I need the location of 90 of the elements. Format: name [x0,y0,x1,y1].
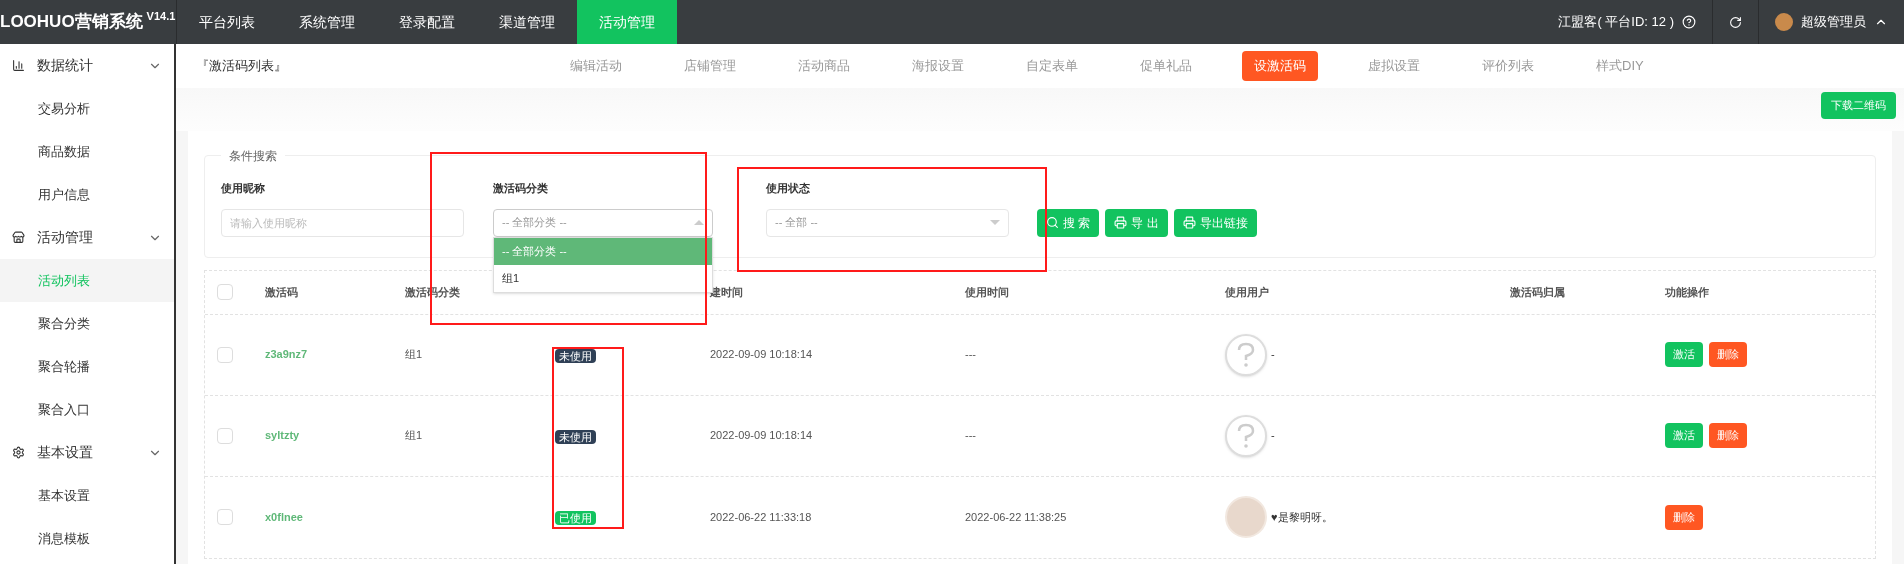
sub-tab[interactable]: 促单礼品 [1128,51,1204,81]
select-placeholder: -- 全部 -- [775,215,818,231]
column-header: 使用用户 [1225,284,1269,300]
used-time-cell-text: --- [965,347,977,363]
sidebar-item[interactable]: 聚合轮播 [0,345,174,388]
row-checkbox[interactable] [217,427,233,444]
sidebar-item[interactable]: 消息模板 [0,517,174,560]
code-cell-text: x0flnee [265,509,304,525]
code-cell-text: syltzty [265,428,301,444]
field-label: 使用状态 [766,181,811,196]
column-header: 激活码 [265,284,298,300]
sub-tab[interactable]: 编辑活动 [558,51,634,81]
group-icon [12,446,25,459]
photo-placeholder [1225,496,1267,538]
logo-text: LOOHUO营销系统 [0,11,143,34]
column-header: 功能操作 [1665,284,1709,300]
status-tag: 已使用 [555,511,596,525]
row-action-button[interactable]: 删除 [1709,342,1747,367]
platform-text: 江盟客( 平台ID: 12 ) [1558,13,1674,32]
user-name-cell-text: - [1271,347,1275,363]
sub-tab[interactable]: 店铺管理 [672,51,748,81]
action-button[interactable]: 导 出 [1105,208,1168,237]
created-cell-text: 2022-06-22 11:33:18 [710,509,813,525]
user-name-cell-text: ♥是黎明呀。 [1271,509,1333,525]
action-button[interactable]: 导出链接 [1173,208,1257,237]
code-cell-text: z3a9nz7 [265,347,309,363]
download-button[interactable]: 下载二维码 [1821,92,1896,119]
printer-icon [1114,216,1128,229]
nav-tab[interactable]: 平台列表 [177,0,277,44]
sidebar-group[interactable]: 基本设置 [37,442,136,463]
dropdown-option[interactable]: 组1 [494,264,712,292]
row-action-button[interactable]: 删除 [1709,423,1747,448]
status-select[interactable]: -- 全部 -- [766,208,1009,237]
sidebar-item[interactable]: 活动列表 [0,259,174,302]
dropdown-option[interactable]: -- 全部分类 -- [494,237,712,265]
action-button[interactable]: 搜 索 [1037,208,1100,237]
search-icon [1046,216,1059,229]
used-time-cell-text: --- [965,428,977,444]
nav-tab[interactable]: 系统管理 [277,0,377,44]
status-tag: 未使用 [555,429,596,444]
nav-tab[interactable]: 登录配置 [377,0,477,44]
created-cell-text: 2022-09-09 10:18:14 [710,347,814,363]
row-checkbox[interactable] [217,509,233,525]
refresh-icon[interactable] [1729,15,1742,29]
nav-tab[interactable]: 渠道管理 [477,0,577,44]
nickname-input[interactable]: 请输入使用昵称 [221,208,464,237]
sidebar-item[interactable]: 商品数据 [0,130,174,173]
sub-tab[interactable]: 虚拟设置 [1356,51,1432,81]
question-avatar-icon [1225,414,1267,457]
sidebar-item[interactable]: 聚合分类 [0,302,174,345]
sub-tab[interactable]: 样式DIY [1584,51,1656,81]
panel-legend: 条件搜索 [221,147,285,165]
sidebar-group[interactable]: 活动管理 [37,227,136,248]
column-header: 激活码归属 [1510,284,1565,300]
avatar-icon [1775,13,1793,31]
user-name[interactable]: 超级管理员 [1801,12,1866,32]
sub-tab[interactable]: 设激活码 [1242,51,1318,81]
created-cell-text: 2022-09-09 10:18:14 [710,428,814,444]
group-icon [12,59,25,72]
row-action-button[interactable]: 删除 [1665,504,1703,530]
category-cell-text: 组1 [405,428,424,444]
row-action-button[interactable]: 激活 [1665,342,1703,367]
sidebar-item[interactable]: 用户信息 [0,173,174,216]
field-label: 使用昵称 [221,181,266,196]
field-label: 激活码分类 [493,181,549,196]
sidebar-item[interactable]: 交易分析 [0,87,174,130]
category-cell-text: 组1 [405,347,424,363]
caret-icon [990,220,1000,225]
group-icon [12,231,25,244]
sub-tab[interactable]: 自定表单 [1014,51,1090,81]
question-avatar-icon [1225,333,1267,376]
page-title: 『激活码列表』 [196,57,288,76]
version-text: V14.1 [146,9,176,24]
row-checkbox[interactable] [217,346,233,363]
column-header: 使用时间 [965,284,1009,300]
category-select[interactable]: -- 全部分类 -- [493,208,713,237]
sub-tab[interactable]: 评价列表 [1470,51,1546,81]
printer-icon [1182,216,1196,229]
select-placeholder: -- 全部分类 -- [502,215,567,231]
sidebar-group[interactable]: 数据统计 [37,55,136,76]
sub-tab[interactable]: 活动商品 [786,51,862,81]
row-checkbox[interactable] [217,284,233,300]
sidebar-item[interactable]: 基本设置 [0,474,174,517]
user-name-cell-text: - [1271,428,1275,444]
sub-tab[interactable]: 海报设置 [900,51,976,81]
sidebar-item[interactable]: 聚合入口 [0,388,174,431]
nav-tab[interactable]: 活动管理 [577,0,677,44]
row-action-button[interactable]: 激活 [1665,423,1703,448]
help-icon[interactable] [1682,15,1696,29]
used-time-cell-text: 2022-06-22 11:38:25 [965,509,1068,525]
